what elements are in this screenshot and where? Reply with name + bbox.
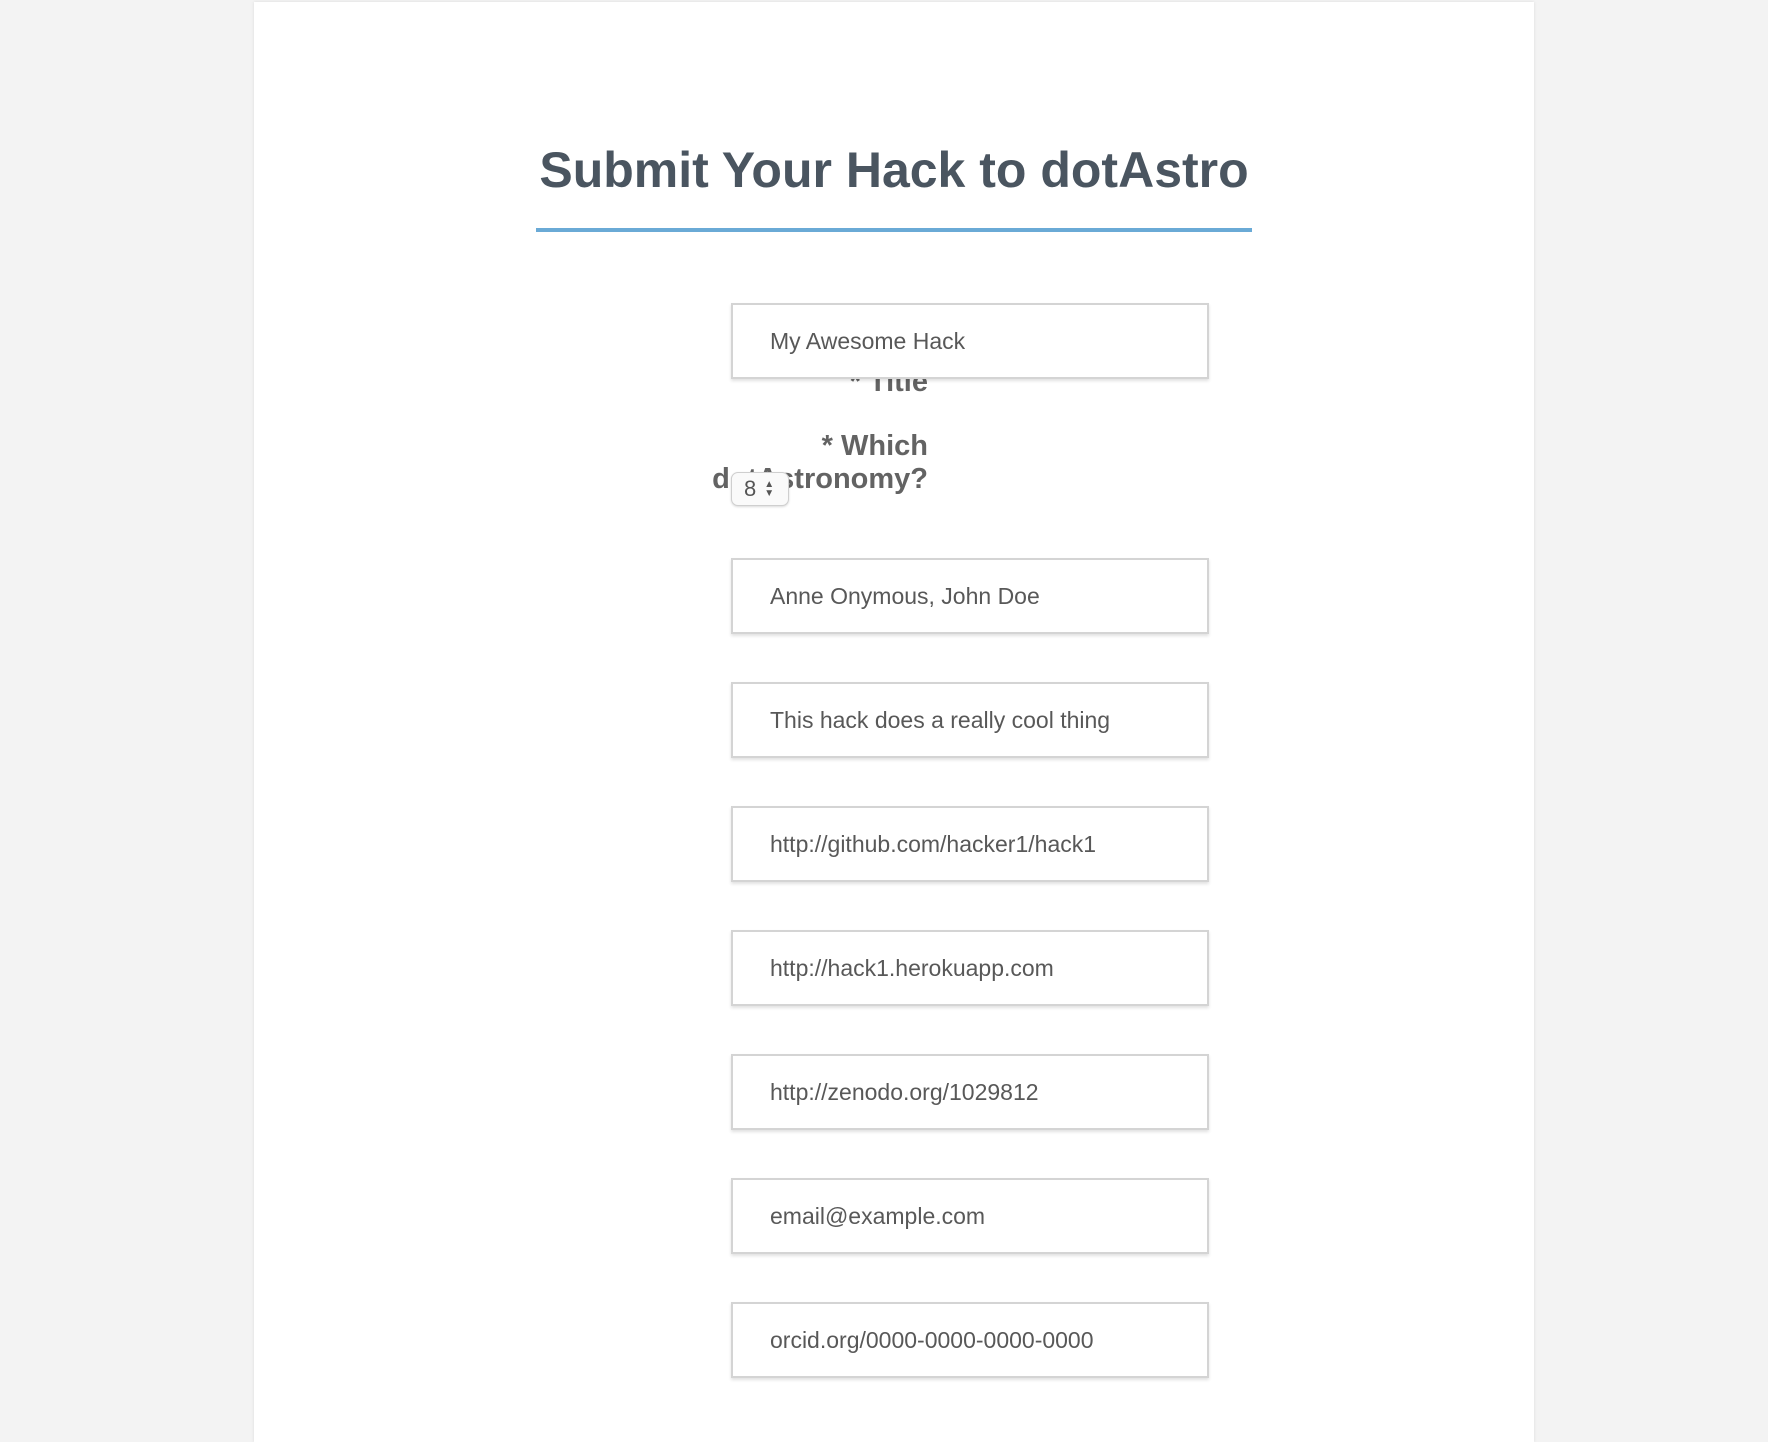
page-title: Submit Your Hack to dotAstro	[539, 142, 1249, 198]
which-dotastronomy-label-line1: * Which	[821, 430, 928, 462]
title-underline	[536, 228, 1252, 232]
live-url-input[interactable]	[731, 930, 1209, 1006]
form-page: Submit Your Hack to dotAstro * Title * W…	[254, 2, 1534, 1442]
source-url-input[interactable]	[731, 806, 1209, 882]
description-input[interactable]	[731, 682, 1209, 758]
creators-input[interactable]	[731, 558, 1209, 634]
select-updown-arrows-icon: ▲ ▼	[764, 479, 775, 499]
title-input[interactable]	[731, 303, 1209, 379]
which-dotastronomy-select[interactable]: 8 ▲ ▼	[731, 472, 789, 506]
which-dotastronomy-selected-value: 8	[744, 476, 757, 501]
orcid-input[interactable]	[731, 1302, 1209, 1378]
doi-input[interactable]	[731, 1054, 1209, 1130]
email-input[interactable]	[731, 1178, 1209, 1254]
